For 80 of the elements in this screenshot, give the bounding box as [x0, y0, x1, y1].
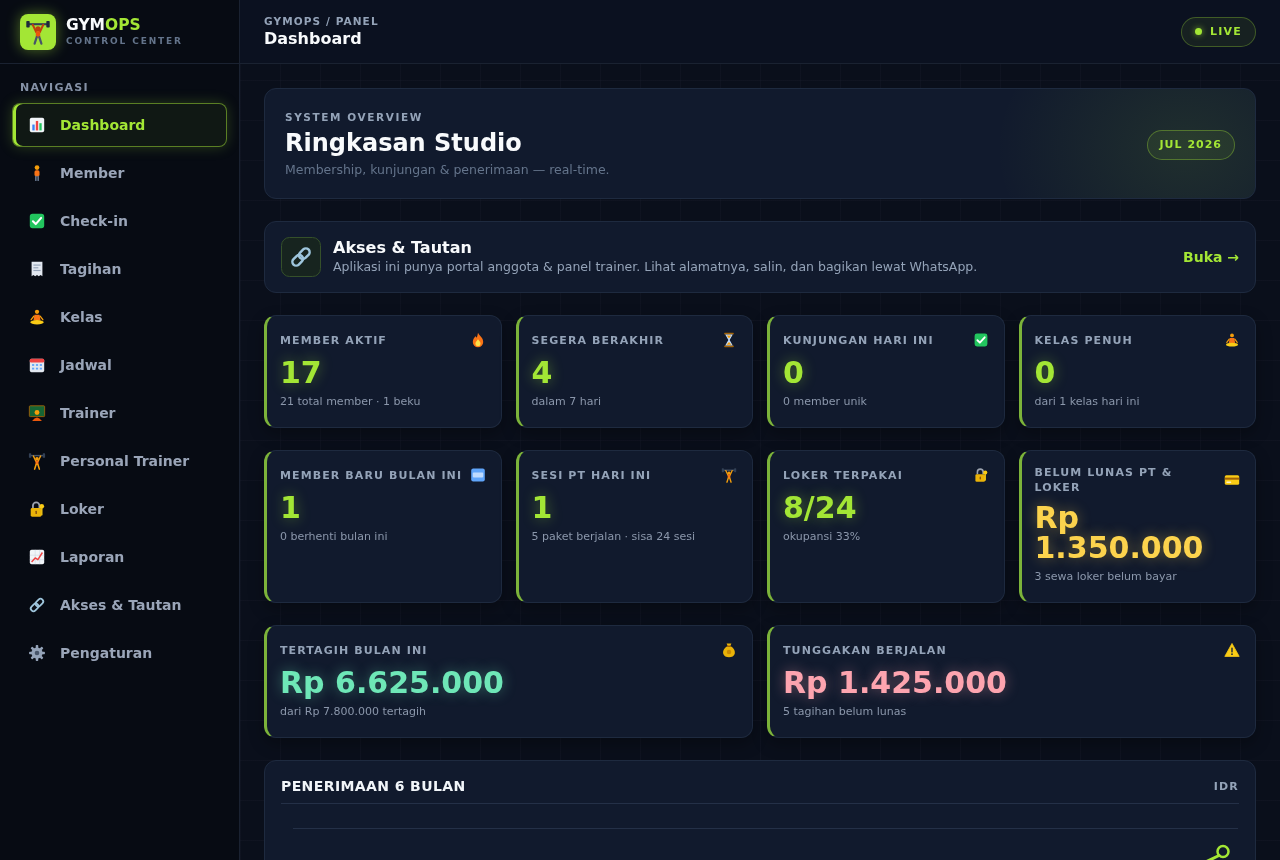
status-dot-icon	[1195, 28, 1203, 35]
stat-note: 5 tagihan belum lunas	[783, 704, 907, 720]
settings-icon	[28, 644, 46, 662]
stat-note: 0 berhenti bulan ini	[280, 529, 388, 545]
stat-value: Rp 6.625.000	[280, 668, 504, 698]
nav-item[interactable]: Member	[12, 151, 227, 195]
nav-heading: NAVIGASI	[20, 81, 89, 95]
stat-value: 8/24	[783, 493, 857, 523]
nav-item[interactable]: Trainer	[12, 391, 227, 435]
stat-value: Rp 1.350.000	[1034, 503, 1205, 563]
overview-title: Ringkasan Studio	[285, 128, 522, 158]
link-icon	[28, 596, 46, 614]
period-badge: JUL 2026	[1146, 129, 1235, 160]
nav-item[interactable]: Kelas	[12, 295, 227, 339]
check-box-icon	[28, 212, 46, 230]
currency-label: IDR	[1213, 779, 1239, 793]
stat-label: KELAS PENUH	[1034, 332, 1133, 348]
link-icon	[281, 237, 321, 277]
stat-label: SESI PT HARI INI	[531, 467, 652, 483]
stat-note: dalam 7 hari	[531, 394, 602, 410]
stat-note: 0 member unik	[783, 394, 867, 410]
rising-chart-icon	[28, 548, 46, 566]
stat-note: dari Rp 7.800.000 tertagih	[280, 704, 427, 720]
weightlifter-icon	[721, 467, 737, 483]
calendar-icon	[28, 356, 46, 374]
stat-note: dari 1 kelas hari ini	[1034, 394, 1140, 410]
nav-item[interactable]: Laporan	[12, 535, 227, 579]
overview-subtitle: Membership, kunjungan & penerimaan — real-time.	[285, 161, 610, 179]
stat-value: 0	[1034, 358, 1056, 388]
stat-value: Rp 1.425.000	[783, 668, 1007, 698]
stat-value: 1	[280, 493, 301, 523]
person-at-board-icon	[28, 404, 46, 422]
stat-note: 5 paket berjalan · sisa 24 sesi	[531, 529, 696, 545]
stat-value: 1	[531, 493, 553, 523]
stat-label: MEMBER BARU BULAN INI	[280, 467, 463, 483]
padlock-key-icon	[28, 500, 46, 518]
logo-icon	[20, 13, 56, 50]
hourglass-icon	[721, 332, 737, 348]
nav-item[interactable]: Check-in	[12, 199, 227, 243]
weightlifter-icon	[28, 452, 46, 470]
stat-note: okupansi 33%	[783, 529, 861, 545]
nav-item[interactable]: Pengaturan	[12, 631, 227, 675]
square-badge-icon	[469, 467, 486, 483]
stat-value: 0	[783, 358, 804, 388]
access-description: Aplikasi ini punya portal anggota & panel trainer. Lihat alamatnya, salin, dan bagikan lewat WhatsApp.	[333, 258, 978, 276]
stat-label: KUNJUNGAN HARI INI	[783, 332, 934, 348]
stat-note: 21 total member · 1 beku	[280, 394, 421, 410]
stat-label: SEGERA BERAKHIR	[531, 332, 664, 348]
page-title: Dashboard	[264, 29, 362, 49]
nav-item[interactable]: Personal Trainer	[12, 439, 227, 483]
stat-value: 17	[280, 358, 322, 388]
bar-chart-icon	[28, 116, 46, 134]
nav-item[interactable]: Loker	[12, 487, 227, 531]
stat-value: 4	[531, 358, 553, 388]
credit-card-icon	[1224, 472, 1240, 488]
brand-name: GYMOPS	[66, 16, 141, 34]
panel-title: PENERIMAAN 6 BULAN	[281, 777, 466, 795]
meditating-person-icon	[1224, 332, 1240, 348]
open-link[interactable]: Buka →	[1183, 249, 1239, 265]
brand-tagline: CONTROL CENTER	[66, 35, 183, 47]
access-title: Akses & Tautan	[333, 238, 472, 258]
nav-item[interactable]: Jadwal	[12, 343, 227, 387]
stat-label: BELUM LUNAS PT & LOKER	[1034, 465, 1174, 495]
stat-label: TUNGGAKAN BERJALAN	[783, 642, 947, 658]
nav-item[interactable]: Dashboard	[12, 103, 227, 147]
stat-note: 3 sewa loker belum bayar	[1034, 569, 1177, 585]
stat-label: TERTAGIH BULAN INI	[280, 642, 428, 658]
stat-label: LOKER TERPAKAI	[783, 467, 903, 483]
padlock-key-icon	[972, 467, 989, 483]
live-label: LIVE	[1210, 25, 1242, 38]
section-eyebrow: SYSTEM OVERVIEW	[285, 110, 423, 124]
check-box-icon	[972, 332, 989, 348]
money-bag-icon	[721, 642, 737, 658]
breadcrumb: GYMOPS / PANEL	[264, 14, 379, 28]
stat-label: MEMBER AKTIF	[280, 332, 387, 348]
nav-item[interactable]: Akses & Tautan	[12, 583, 227, 627]
nav-item[interactable]: Tagihan	[12, 247, 227, 291]
warning-icon	[1224, 642, 1240, 658]
chart-point-icon	[1204, 844, 1231, 860]
meditating-person-icon	[28, 308, 46, 326]
